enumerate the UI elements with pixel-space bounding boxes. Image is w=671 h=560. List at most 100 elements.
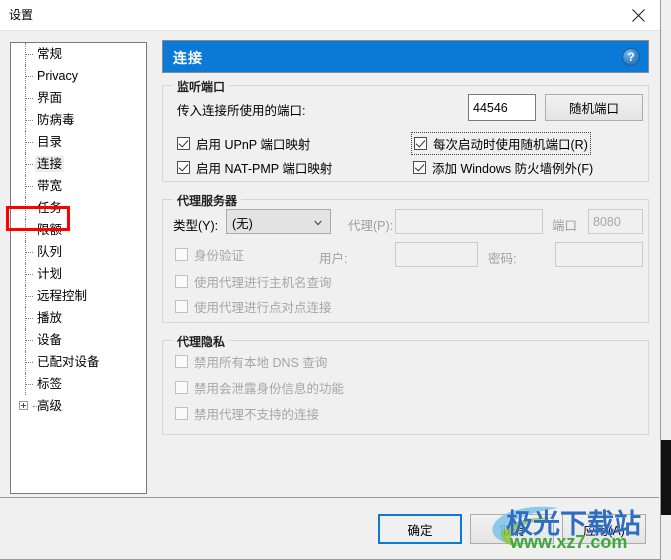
checkbox-label: 使用代理进行主机名查询: [194, 276, 332, 290]
tree-dash: [33, 406, 37, 407]
checkbox-disable-identity-leak[interactable]: 禁用会泄露身份信息的功能: [175, 378, 344, 397]
sidebar-item-label: 计划: [37, 267, 63, 281]
checkbox-box: [175, 275, 188, 288]
proxy-password-label: 密码:: [488, 252, 517, 266]
tree-dash: [25, 230, 33, 231]
checkbox-add-firewall-exception[interactable]: 添加 Windows 防火墙例外(F): [413, 158, 593, 177]
checkbox-box: [413, 161, 426, 174]
sidebar-item-label: 常规: [37, 47, 63, 61]
incoming-port-label: 传入连接所使用的端口:: [177, 104, 306, 118]
sidebar-item-playback[interactable]: 播放: [11, 307, 146, 329]
proxy-type-value: (无): [232, 217, 253, 231]
group-proxy-server: 代理服务器 类型(Y): (无) 代理(P): 端口 8080 身份验证 用户:…: [162, 192, 649, 323]
tree-dash: [25, 186, 33, 187]
checkbox-box: [414, 137, 427, 150]
chevron-down-icon: [314, 220, 322, 226]
proxy-host-input[interactable]: [395, 209, 543, 234]
apply-button[interactable]: 应用(A): [562, 514, 646, 544]
checkbox-proxy-p2p[interactable]: 使用代理进行点对点连接: [175, 297, 332, 316]
sidebar-item-label: 任务: [37, 201, 63, 215]
tree-dash: [25, 340, 33, 341]
checkbox-box: [175, 300, 188, 313]
sidebar-item-devices[interactable]: 设备: [11, 329, 146, 351]
sidebar-item-label: 目录: [37, 135, 63, 149]
sidebar-item-tasks[interactable]: 任务: [11, 197, 146, 219]
sidebar-item-schedule[interactable]: 计划: [11, 263, 146, 285]
checkbox-enable-natpmp[interactable]: 启用 NAT-PMP 端口映射: [177, 158, 332, 177]
close-icon[interactable]: [616, 0, 660, 30]
checkbox-label: 禁用代理不支持的连接: [194, 408, 320, 422]
sidebar-item-label: 队列: [37, 245, 63, 259]
checkbox-box: [177, 137, 190, 150]
sidebar-item-label: 防病毒: [37, 113, 75, 127]
settings-page-connection: 连接 ? 监听端口 传入连接所使用的端口: 随机端口 启用 UPnP 端口映射: [162, 40, 649, 435]
group-proxy-privacy: 代理隐私 禁用所有本地 DNS 查询 禁用会泄露身份信息的功能 禁用代理不支持的…: [162, 333, 649, 435]
random-port-button[interactable]: 随机端口: [545, 94, 643, 121]
tree-dash: [25, 318, 33, 319]
proxy-host-label: 代理(P):: [348, 219, 394, 233]
checkbox-box: [175, 248, 188, 261]
sidebar-item-interface[interactable]: 界面: [11, 87, 146, 109]
checkbox-label: 启用 UPnP 端口映射: [196, 138, 311, 152]
sidebar-item-queue[interactable]: 队列: [11, 241, 146, 263]
help-icon[interactable]: ?: [622, 48, 640, 66]
background-window-right-strip: [660, 0, 671, 440]
sidebar-item-paired-devices[interactable]: 已配对设备: [11, 351, 146, 373]
sidebar-item-label: 设备: [37, 333, 63, 347]
sidebar-item-label: 远程控制: [37, 289, 88, 303]
tree-dash: [25, 208, 33, 209]
sidebar-item-label: 高级: [37, 399, 63, 413]
checkbox-box: [177, 161, 190, 174]
checkbox-label: 禁用所有本地 DNS 查询: [194, 356, 328, 370]
checkbox-label: 禁用会泄露身份信息的功能: [194, 382, 345, 396]
sidebar-item-general[interactable]: 常规: [11, 43, 146, 65]
title-bar: 设置: [0, 0, 660, 31]
proxy-type-label: 类型(Y):: [173, 219, 219, 233]
expand-plus-icon[interactable]: [19, 401, 28, 410]
sidebar-item-directories[interactable]: 目录: [11, 131, 146, 153]
sidebar-item-quota[interactable]: 限额: [11, 219, 146, 241]
sidebar-item-advanced[interactable]: 高级: [11, 395, 146, 417]
tree-dash: [25, 142, 33, 143]
sidebar-item-connection[interactable]: 连接: [11, 153, 146, 175]
checkbox-label: 启用 NAT-PMP 端口映射: [196, 162, 333, 176]
sidebar-item-label: 播放: [37, 311, 63, 325]
checkbox-label: 添加 Windows 防火墙例外(F): [432, 162, 594, 176]
dialog-body: 常规 Privacy 界面 防病毒 目录 连接 带宽 任务 限额 队列 计划 远…: [0, 31, 659, 497]
tree-dash: [25, 384, 33, 385]
dialog-footer: 确定 取消 应用(A): [0, 497, 659, 559]
tree-dash: [25, 252, 33, 253]
proxy-port-input[interactable]: [588, 209, 643, 234]
proxy-password-input[interactable]: [555, 242, 643, 267]
checkbox-enable-upnp[interactable]: 启用 UPnP 端口映射: [177, 134, 310, 153]
sidebar-item-label: Privacy: [37, 69, 78, 83]
proxy-port-label: 端口: [552, 219, 578, 233]
checkbox-box: [175, 355, 188, 368]
proxy-user-input[interactable]: [395, 242, 478, 267]
sidebar-item-antivirus[interactable]: 防病毒: [11, 109, 146, 131]
proxy-type-select[interactable]: (无): [226, 209, 331, 234]
checkbox-proxy-auth[interactable]: 身份验证: [175, 245, 244, 264]
page-title: 连接: [173, 50, 203, 66]
settings-tree[interactable]: 常规 Privacy 界面 防病毒 目录 连接 带宽 任务 限额 队列 计划 远…: [10, 42, 147, 494]
sidebar-item-label: 已配对设备: [37, 355, 100, 369]
sidebar-item-labels[interactable]: 标签: [11, 373, 146, 395]
sidebar-item-label: 标签: [37, 377, 63, 391]
window-title: 设置: [9, 8, 34, 22]
checkbox-proxy-hostname-lookup[interactable]: 使用代理进行主机名查询: [175, 272, 332, 291]
background-window-dark-strip: [661, 440, 671, 515]
sidebar-item-bandwidth[interactable]: 带宽: [11, 175, 146, 197]
checkbox-disable-local-dns[interactable]: 禁用所有本地 DNS 查询: [175, 352, 327, 371]
listen-port-input[interactable]: [468, 94, 536, 121]
checkbox-label: 使用代理进行点对点连接: [194, 301, 332, 315]
sidebar-item-remote-control[interactable]: 远程控制: [11, 285, 146, 307]
sidebar-item-label: 限额: [37, 223, 63, 237]
checkbox-disable-unsupported-connections[interactable]: 禁用代理不支持的连接: [175, 404, 319, 423]
tree-dash: [25, 164, 33, 165]
tree-dash: [25, 274, 33, 275]
ok-button[interactable]: 确定: [378, 514, 462, 544]
cancel-button[interactable]: 取消: [470, 514, 554, 544]
proxy-user-label: 用户:: [319, 252, 348, 266]
checkbox-random-port-on-start[interactable]: 每次启动时使用随机端口(R): [411, 132, 591, 155]
sidebar-item-privacy[interactable]: Privacy: [11, 65, 146, 87]
